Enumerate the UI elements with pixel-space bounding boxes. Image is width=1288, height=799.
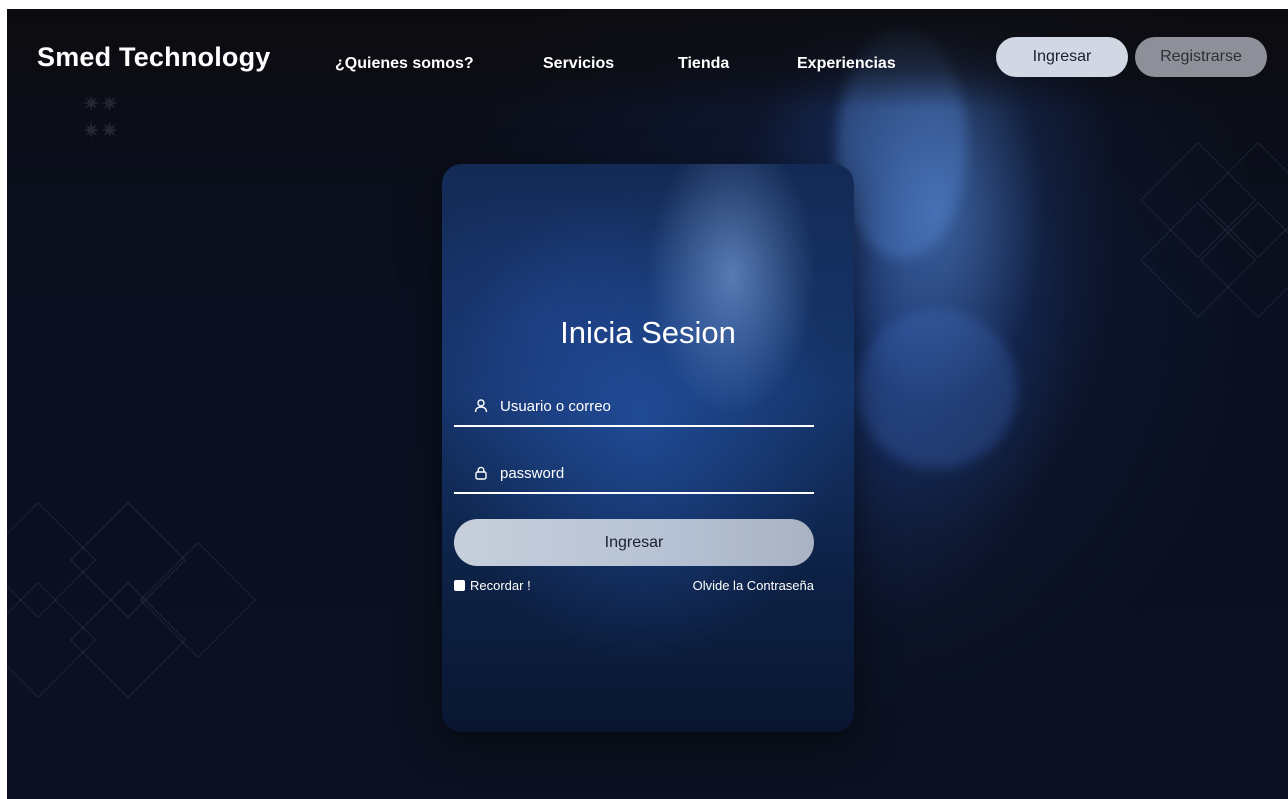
- top-navbar: Smed Technology ¿Quienes somos? Servicio…: [7, 9, 1288, 109]
- brand-logo[interactable]: Smed Technology: [37, 42, 271, 73]
- lock-icon: [472, 464, 490, 482]
- page-background: ✷✷ ✷✷ Smed Technology ¿Quienes somos? Se…: [7, 9, 1288, 799]
- password-input[interactable]: [500, 464, 814, 482]
- remember-label: Recordar !: [470, 578, 531, 593]
- username-field: [454, 387, 814, 427]
- nav-link-experiencias[interactable]: Experiencias: [797, 55, 896, 73]
- user-icon: [472, 397, 490, 415]
- remember-checkbox[interactable]: [454, 580, 465, 591]
- username-input[interactable]: [500, 397, 814, 415]
- nav-link-servicios[interactable]: Servicios: [543, 55, 614, 73]
- remember-me: Recordar !: [454, 578, 531, 593]
- nav-link-quienes-somos[interactable]: ¿Quienes somos?: [335, 55, 474, 73]
- header-register-button[interactable]: Registrarse: [1135, 37, 1267, 77]
- password-field: [454, 454, 814, 494]
- decorative-star-icon: ✷✷: [82, 119, 119, 144]
- login-submit-button[interactable]: Ingresar: [454, 519, 814, 566]
- forgot-password-link[interactable]: Olvide la Contraseña: [693, 578, 814, 593]
- nav-link-tienda[interactable]: Tienda: [678, 55, 729, 73]
- header-login-button[interactable]: Ingresar: [996, 37, 1128, 77]
- login-card: Inicia Sesion Ingresar Recordar: [442, 164, 854, 732]
- background-glow: [857, 309, 1017, 469]
- login-title: Inicia Sesion: [560, 315, 736, 350]
